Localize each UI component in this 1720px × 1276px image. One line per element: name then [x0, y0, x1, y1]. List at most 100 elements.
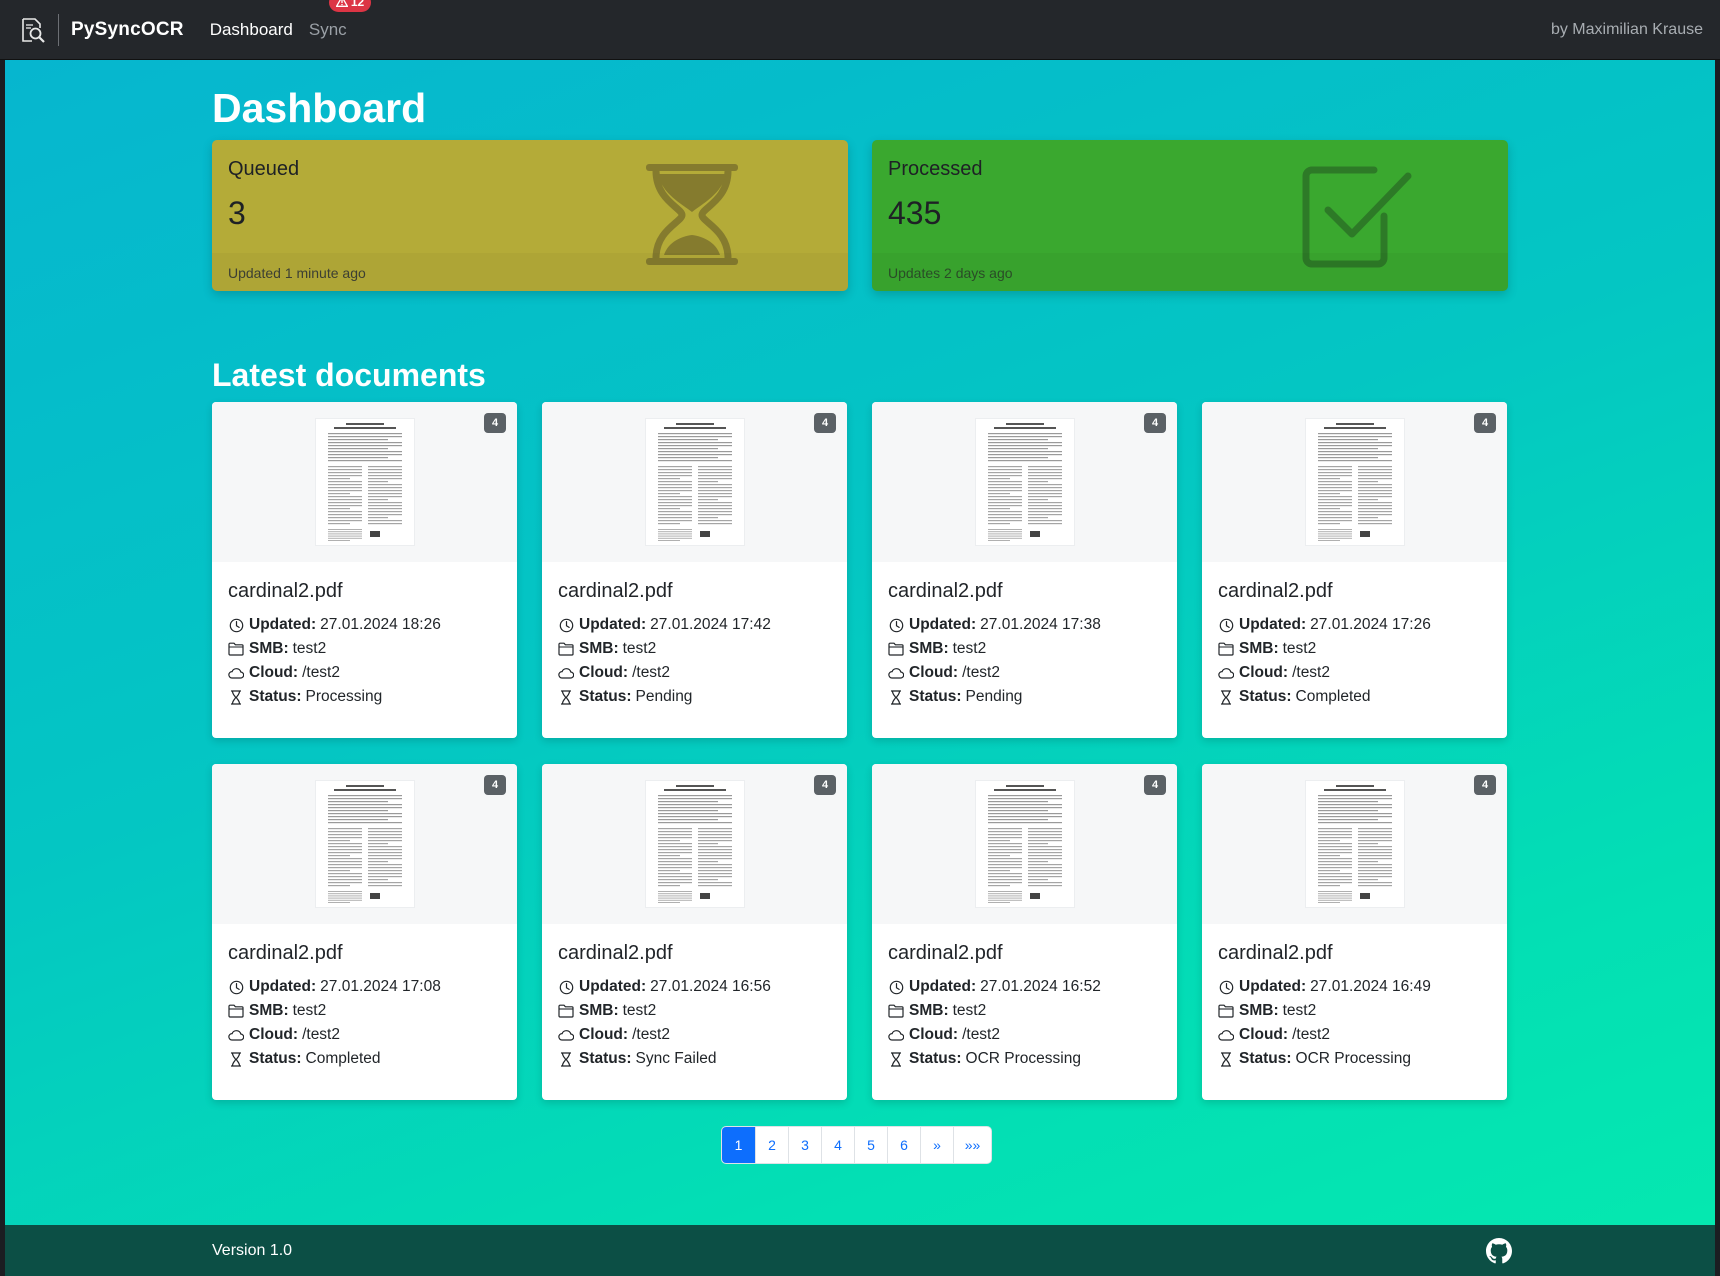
smb-value: test2	[622, 640, 657, 657]
section-title-latest-documents: Latest documents	[212, 357, 486, 393]
document-thumbnail[interactable]	[976, 781, 1074, 907]
hourglass-icon	[888, 689, 904, 705]
smb-label: SMB:	[249, 1002, 289, 1019]
smb-label: SMB:	[579, 1002, 619, 1019]
updated-label: Updated:	[909, 978, 977, 995]
document-name[interactable]: cardinal2.pdf	[228, 942, 343, 965]
document-status-row: Status: Processing	[228, 688, 382, 706]
github-icon[interactable]	[1486, 1238, 1512, 1269]
document-card[interactable]: 4 cardinal2.pdf Updated: 27.01.2024 16:52 SM…	[872, 764, 1177, 1100]
folder-icon	[888, 641, 904, 657]
stat-updated-text: Updated 1 minute ago	[228, 265, 366, 281]
document-card[interactable]: 4 cardinal2.pdf Updated: 27.01.2024 17:26 SM…	[1202, 402, 1507, 738]
document-thumbnail[interactable]	[316, 781, 414, 907]
document-thumbnail[interactable]	[316, 419, 414, 545]
cloud-label: Cloud:	[579, 1026, 629, 1043]
updated-value: 27.01.2024 17:38	[980, 616, 1101, 633]
cloud-value: /test2	[632, 1026, 670, 1043]
stat-value: 3	[228, 195, 246, 231]
clock-icon	[558, 617, 574, 633]
document-status-row: Status: Completed	[1218, 688, 1371, 706]
page-link-2[interactable]: 2	[755, 1127, 788, 1163]
nav-link-dashboard[interactable]: Dashboard	[210, 20, 293, 40]
smb-value: test2	[952, 1002, 987, 1019]
sync-error-badge: 12	[328, 0, 372, 12]
document-smb-row: SMB: test2	[558, 640, 656, 658]
document-thumbnail-area: 4	[212, 764, 517, 924]
cloud-label: Cloud:	[1239, 1026, 1289, 1043]
document-thumbnail[interactable]	[1306, 419, 1404, 545]
page-footer: Version 1.0	[5, 1225, 1715, 1276]
document-thumbnail[interactable]	[976, 419, 1074, 545]
cloud-label: Cloud:	[579, 664, 629, 681]
cloud-icon	[1218, 665, 1234, 681]
stat-label: Processed	[888, 158, 983, 180]
page-count-badge: 4	[814, 413, 836, 433]
sync-error-count: 12	[350, 0, 365, 9]
status-value: OCR Processing	[1295, 1050, 1411, 1067]
document-status-row: Status: Pending	[558, 688, 692, 706]
document-name[interactable]: cardinal2.pdf	[1218, 580, 1333, 603]
document-smb-row: SMB: test2	[888, 1002, 986, 1020]
page-next-button[interactable]: »	[920, 1127, 953, 1163]
document-name[interactable]: cardinal2.pdf	[888, 580, 1003, 603]
document-card[interactable]: 4 cardinal2.pdf Updated: 27.01.2024 16:56 SM…	[542, 764, 847, 1100]
document-name[interactable]: cardinal2.pdf	[1218, 942, 1333, 965]
status-value: Processing	[305, 688, 383, 705]
status-value: Pending	[965, 688, 1023, 705]
cloud-value: /test2	[962, 1026, 1000, 1043]
stat-footer: Updated 1 minute ago	[212, 253, 848, 291]
stat-card-queued: Queued 3 Updated 1 minute ago	[212, 140, 848, 291]
brand-name[interactable]: PySyncOCR	[71, 19, 184, 41]
hourglass-icon	[228, 1051, 244, 1067]
hourglass-icon	[228, 689, 244, 705]
nav-link-sync[interactable]: Sync 12	[309, 0, 372, 40]
folder-icon	[558, 1003, 574, 1019]
document-name[interactable]: cardinal2.pdf	[558, 942, 673, 965]
document-card[interactable]: 4 cardinal2.pdf Updated: 27.01.2024 16:49 SM…	[1202, 764, 1507, 1100]
document-card[interactable]: 4 cardinal2.pdf Updated: 27.01.2024 17:38 SM…	[872, 402, 1177, 738]
document-thumbnail[interactable]	[646, 419, 744, 545]
cloud-value: /test2	[302, 1026, 340, 1043]
app-logo-icon[interactable]	[18, 15, 48, 45]
document-status-row: Status: OCR Processing	[888, 1050, 1081, 1068]
smb-value: test2	[1282, 1002, 1317, 1019]
page-link-6[interactable]: 6	[887, 1127, 920, 1163]
pagination: 1 2 3 4 5 6 » »»	[721, 1126, 992, 1164]
page-link-3[interactable]: 3	[788, 1127, 821, 1163]
document-name[interactable]: cardinal2.pdf	[228, 580, 343, 603]
status-label: Status:	[909, 688, 962, 705]
status-label: Status:	[579, 1050, 632, 1067]
document-thumbnail-area: 4	[872, 402, 1177, 562]
document-thumbnail-area: 4	[872, 764, 1177, 924]
page-link-5[interactable]: 5	[854, 1127, 887, 1163]
document-thumbnail[interactable]	[646, 781, 744, 907]
document-card[interactable]: 4 cardinal2.pdf Updated: 27.01.2024 18:26 SM…	[212, 402, 517, 738]
status-value: Pending	[635, 688, 693, 705]
document-thumbnail-area: 4	[1202, 402, 1507, 562]
page-link-1[interactable]: 1	[722, 1127, 755, 1163]
status-label: Status:	[249, 688, 302, 705]
stat-card-processed: Processed 435 Updates 2 days ago	[872, 140, 1508, 291]
document-card[interactable]: 4 cardinal2.pdf Updated: 27.01.2024 17:42 SM…	[542, 402, 847, 738]
document-card[interactable]: 4 cardinal2.pdf Updated: 27.01.2024 17:08 SM…	[212, 764, 517, 1100]
updated-label: Updated:	[579, 978, 647, 995]
updated-label: Updated:	[1239, 978, 1307, 995]
document-thumbnail-area: 4	[542, 402, 847, 562]
cloud-label: Cloud:	[249, 664, 299, 681]
cloud-icon	[888, 665, 904, 681]
hourglass-icon	[558, 689, 574, 705]
updated-label: Updated:	[1239, 616, 1307, 633]
status-value: Completed	[1295, 688, 1371, 705]
document-thumbnail[interactable]	[1306, 781, 1404, 907]
page-link-4[interactable]: 4	[821, 1127, 854, 1163]
cloud-value: /test2	[1292, 1026, 1330, 1043]
updated-value: 27.01.2024 18:26	[320, 616, 441, 633]
status-value: Completed	[305, 1050, 381, 1067]
folder-icon	[888, 1003, 904, 1019]
hourglass-icon	[1218, 689, 1234, 705]
document-name[interactable]: cardinal2.pdf	[888, 942, 1003, 965]
page-last-button[interactable]: »»	[953, 1127, 991, 1163]
cloud-icon	[228, 665, 244, 681]
document-name[interactable]: cardinal2.pdf	[558, 580, 673, 603]
